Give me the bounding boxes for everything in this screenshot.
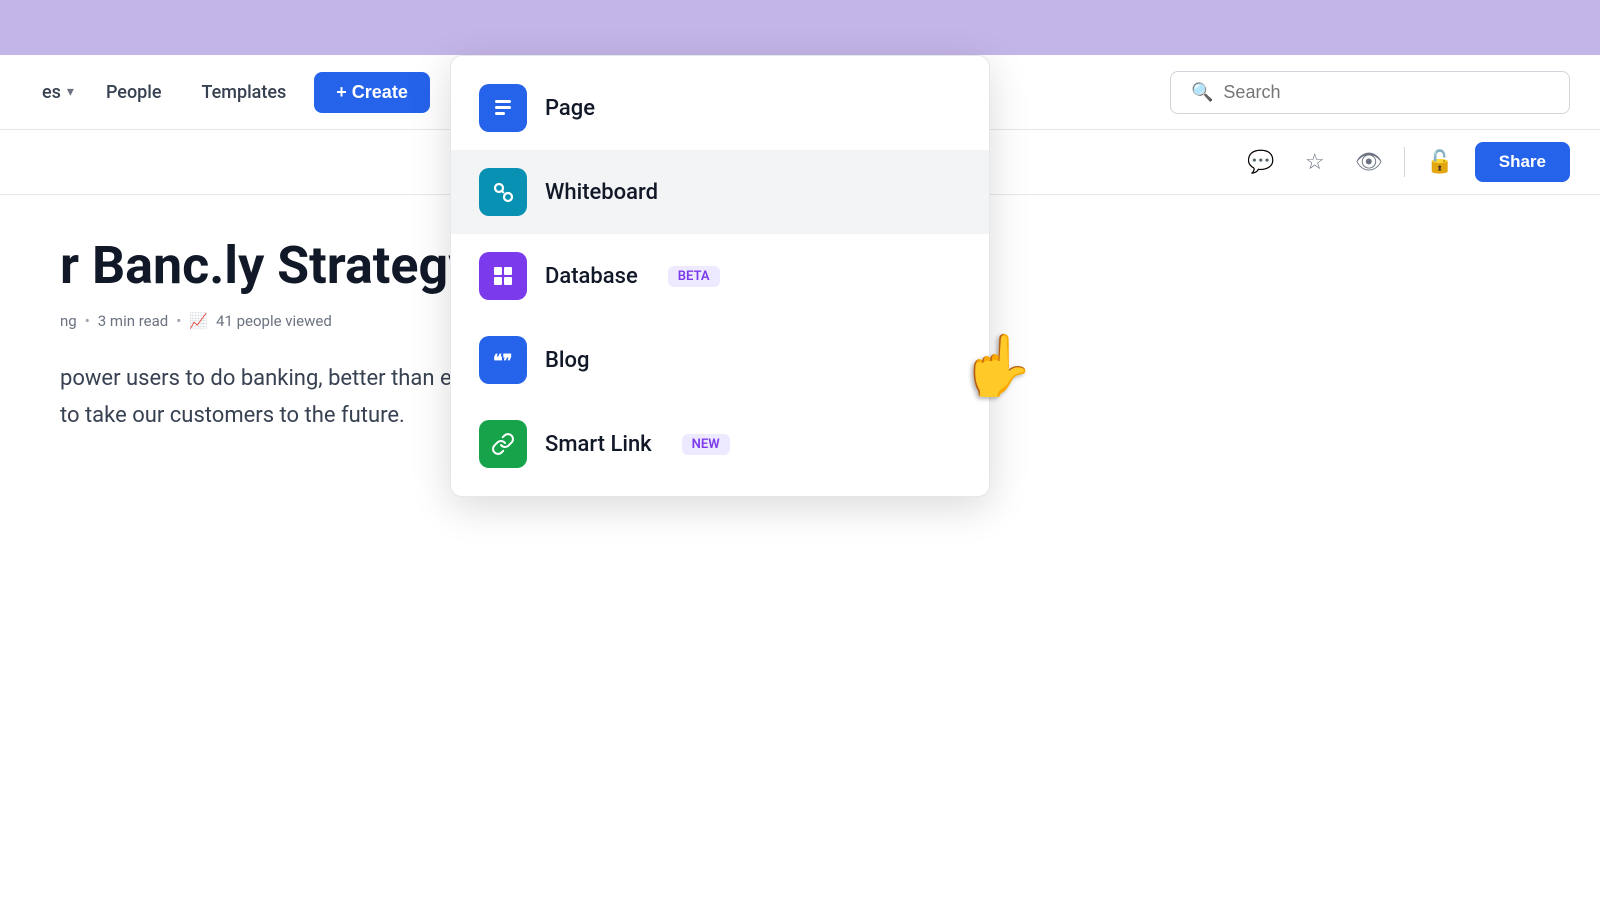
- nav-left: es ▾ People Templates + Create: [30, 72, 430, 113]
- dropdown-item-blog[interactable]: ❝❞ Blog: [451, 318, 989, 402]
- smartlink-label: Smart Link: [545, 432, 652, 457]
- star-toolbar-icon[interactable]: ☆: [1296, 143, 1334, 181]
- meta-author: ng: [60, 312, 77, 330]
- svg-text:❝❞: ❝❞: [493, 351, 512, 371]
- top-banner: [0, 0, 1600, 55]
- whiteboard-icon: [479, 168, 527, 216]
- whiteboard-label: Whiteboard: [545, 180, 658, 205]
- dropdown-item-smartlink[interactable]: Smart Link NEW: [451, 402, 989, 486]
- people-nav-item[interactable]: People: [86, 74, 182, 111]
- meta-views: 41 people viewed: [216, 312, 332, 330]
- dropdown-item-page[interactable]: Page: [451, 66, 989, 150]
- search-box[interactable]: 🔍: [1170, 71, 1570, 114]
- database-badge: BETA: [668, 266, 720, 287]
- spaces-chevron-icon: ▾: [67, 84, 74, 100]
- smartlink-badge: NEW: [682, 434, 730, 455]
- create-dropdown: Page Whiteboard Database BETA: [450, 55, 990, 497]
- comment-toolbar-icon[interactable]: 💬: [1242, 143, 1280, 181]
- dropdown-item-whiteboard[interactable]: Whiteboard: [451, 150, 989, 234]
- spaces-nav-item[interactable]: es ▾: [30, 74, 86, 111]
- share-button[interactable]: Share: [1475, 142, 1570, 182]
- templates-nav-item[interactable]: Templates: [182, 74, 307, 111]
- blog-icon: ❝❞: [479, 336, 527, 384]
- meta-read-time: 3 min read: [98, 312, 168, 330]
- spaces-label: es: [42, 82, 61, 103]
- create-button[interactable]: + Create: [314, 72, 430, 113]
- people-label: People: [106, 82, 162, 103]
- page-icon: [479, 84, 527, 132]
- database-label: Database: [545, 264, 638, 289]
- blog-label: Blog: [545, 348, 589, 373]
- eye-toolbar-icon[interactable]: 👁: [1350, 143, 1388, 181]
- trending-icon: 📈: [189, 312, 208, 330]
- page-label: Page: [545, 96, 595, 121]
- share-label: Share: [1499, 152, 1546, 171]
- database-icon: [479, 252, 527, 300]
- create-label: + Create: [336, 82, 408, 103]
- smartlink-icon: [479, 420, 527, 468]
- lock-toolbar-icon[interactable]: 🔓: [1421, 143, 1459, 181]
- nav-right: 🔍: [1170, 71, 1570, 114]
- templates-label: Templates: [202, 82, 287, 103]
- meta-dot1: •: [85, 312, 90, 330]
- toolbar-divider: [1404, 147, 1405, 177]
- meta-dot2: •: [176, 312, 181, 330]
- dropdown-item-database[interactable]: Database BETA: [451, 234, 989, 318]
- search-input[interactable]: [1223, 82, 1549, 103]
- search-icon: 🔍: [1191, 82, 1213, 103]
